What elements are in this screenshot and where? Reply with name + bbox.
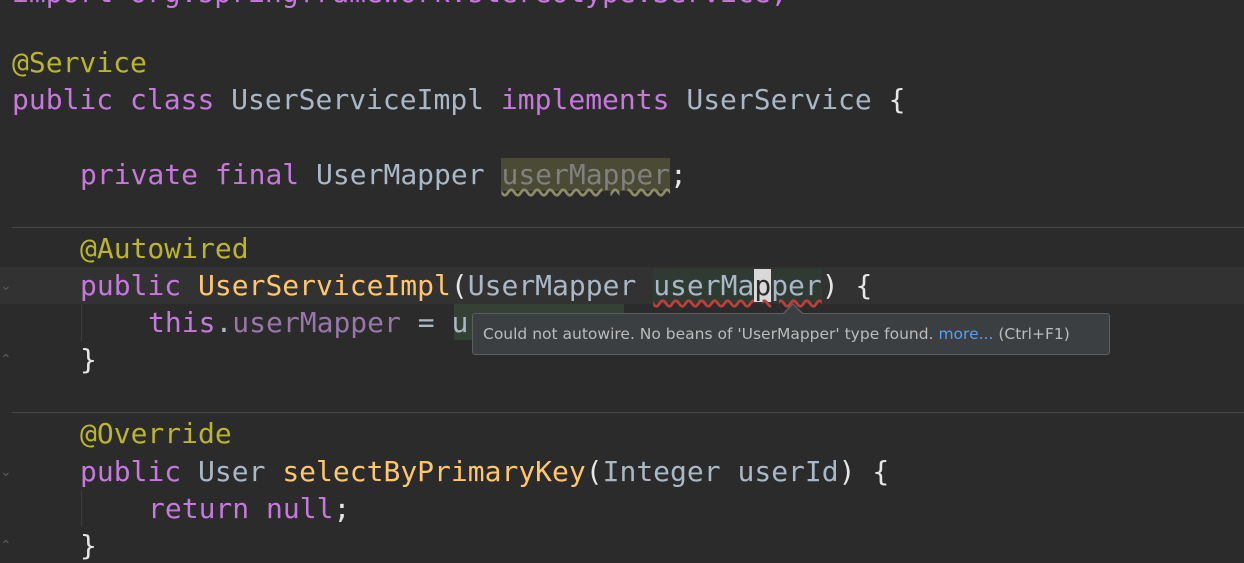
- code-line-autowired[interactable]: @Autowired: [80, 230, 249, 267]
- code-editor[interactable]: ⌄ ⌃ ⌄ ⌃ import org.springframework.stere…: [0, 0, 1244, 563]
- fold-marker-icon[interactable]: ⌄: [0, 462, 12, 482]
- tooltip-arrow-fill: [783, 305, 803, 315]
- method-separator: [12, 412, 1244, 413]
- code-line-return[interactable]: return null;: [148, 490, 350, 527]
- code-line-class-declaration[interactable]: public class UserServiceImpl implements …: [12, 81, 906, 118]
- code-line-import[interactable]: import org.springframework.stereotype.Se…: [12, 0, 787, 11]
- tooltip-shortcut: (Ctrl+F1): [998, 325, 1070, 343]
- tooltip-message: Could not autowire. No beans of 'UserMap…: [483, 325, 934, 343]
- interface-name: UserService: [686, 83, 872, 116]
- code-line-method-declaration[interactable]: public User selectByPrimaryKey(Integer u…: [80, 453, 889, 490]
- code-line-service-annotation[interactable]: @Service: [12, 44, 147, 81]
- fold-marker-icon[interactable]: ⌄: [0, 276, 12, 296]
- annotation-service: @Service: [12, 46, 147, 79]
- fold-marker-icon[interactable]: ⌃: [0, 536, 12, 556]
- code-line-close-brace[interactable]: }: [80, 341, 97, 378]
- code-line-field[interactable]: private final UserMapper userMapper;: [80, 156, 687, 193]
- indent-guide: [81, 304, 82, 341]
- code-line-close-brace[interactable]: }: [80, 527, 97, 563]
- tooltip-more-link[interactable]: more...: [938, 325, 993, 343]
- method-name: selectByPrimaryKey: [282, 455, 586, 488]
- class-name: UserServiceImpl: [231, 83, 485, 116]
- param-usermapper[interactable]: userMapper: [653, 269, 822, 302]
- annotation-autowired: @Autowired: [80, 232, 249, 265]
- code-line-constructor[interactable]: public UserServiceImpl(UserMapper userMa…: [80, 267, 872, 304]
- annotation-override: @Override: [80, 417, 232, 450]
- error-tooltip: Could not autowire. No beans of 'UserMap…: [472, 313, 1110, 355]
- indent-guide: [81, 490, 82, 527]
- method-separator: [12, 227, 1244, 228]
- code-line-override[interactable]: @Override: [80, 415, 232, 452]
- fold-marker-icon[interactable]: ⌃: [0, 350, 12, 370]
- text-caret: p: [754, 269, 772, 302]
- constructor-name: UserServiceImpl: [198, 269, 451, 302]
- code-line-assignment[interactable]: this.userMapper = u: [148, 304, 468, 341]
- field-usermapper[interactable]: userMapper: [501, 158, 671, 191]
